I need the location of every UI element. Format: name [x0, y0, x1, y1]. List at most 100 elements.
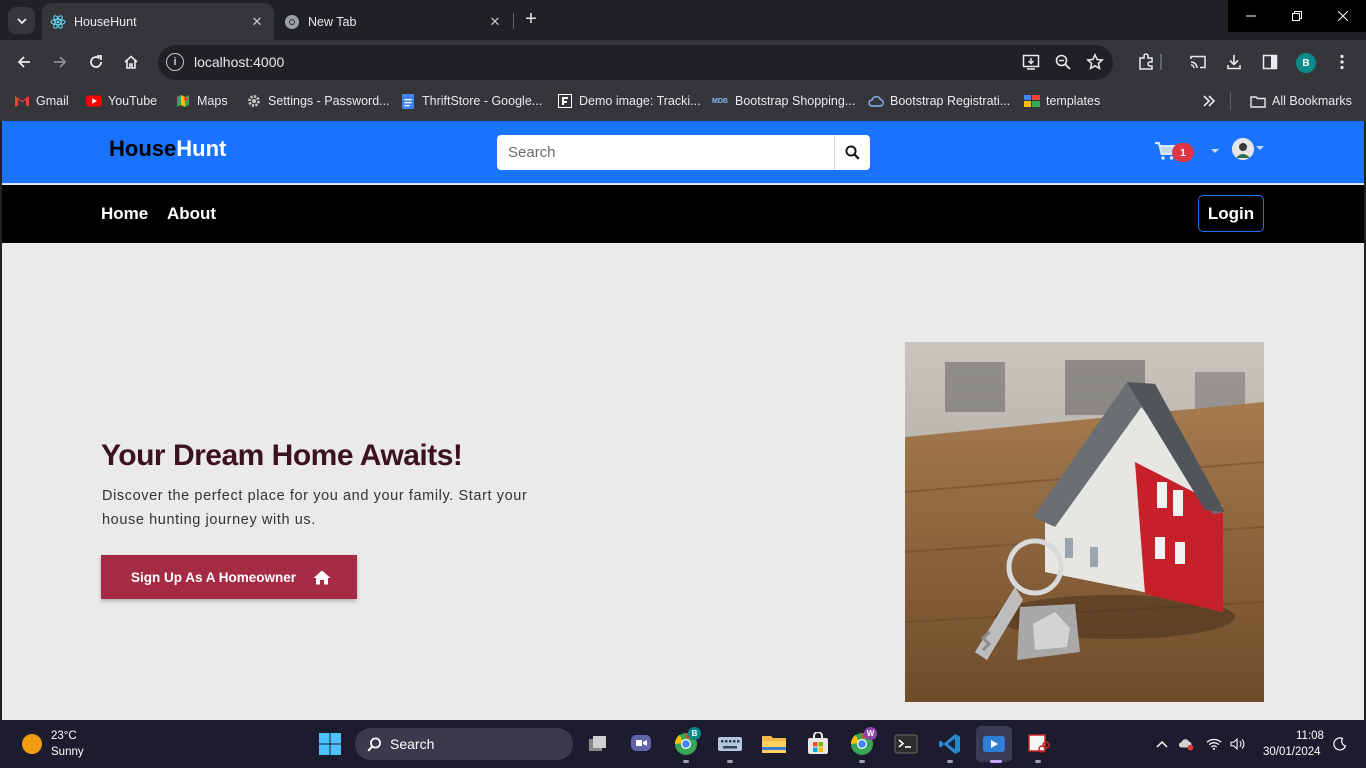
wifi-icon[interactable] [1206, 736, 1222, 752]
star-bookmark-icon[interactable] [1083, 50, 1107, 74]
window-controls [1228, 0, 1366, 32]
templates-icon [1024, 93, 1040, 109]
search-icon [845, 145, 860, 160]
url-text[interactable]: localhost:4000 [194, 54, 284, 70]
extensions-icon[interactable] [1134, 50, 1158, 74]
framer-icon [557, 93, 573, 109]
profile-avatar[interactable]: B [1296, 53, 1316, 73]
vscode-icon[interactable] [936, 730, 964, 758]
close-tab-icon[interactable]: ✕ [486, 13, 504, 31]
microsoft-store-icon[interactable] [804, 730, 832, 758]
bookmark-youtube[interactable]: YouTube [86, 91, 157, 111]
forward-arrow-icon[interactable] [46, 48, 74, 76]
tab-divider [513, 13, 514, 29]
taskbar-search[interactable]: Search [355, 728, 573, 760]
windows-start-icon[interactable] [316, 730, 344, 758]
site-info-icon[interactable]: i [166, 53, 184, 71]
react-icon [50, 14, 66, 30]
signup-homeowner-button[interactable]: Sign Up As A Homeowner [101, 555, 357, 599]
bookmark-label: templates [1046, 94, 1101, 108]
home-icon[interactable] [117, 48, 145, 76]
close-window-icon[interactable] [1320, 0, 1366, 32]
bookmark-label: Settings - Password... [268, 94, 390, 108]
all-bookmarks-label: All Bookmarks [1272, 94, 1352, 108]
reload-icon[interactable] [82, 48, 110, 76]
cast-icon[interactable] [1186, 50, 1210, 74]
bookmarks-divider [1230, 92, 1231, 110]
clock-date[interactable]: 30/01/2024 [1263, 746, 1321, 758]
media-player-icon[interactable] [976, 726, 1012, 762]
back-arrow-icon[interactable] [10, 48, 38, 76]
maps-icon [175, 93, 191, 109]
tab-title: HouseHunt [74, 14, 137, 29]
onedrive-icon[interactable] [1178, 736, 1194, 752]
running-indicator [859, 760, 865, 763]
running-indicator [947, 760, 953, 763]
notifications-icon[interactable] [1332, 736, 1348, 752]
brand-part-house: House [109, 136, 177, 161]
weather-temperature[interactable]: 23°C [51, 730, 77, 742]
site-header: HouseHunt 1 [2, 121, 1364, 184]
download-icon[interactable] [1222, 50, 1246, 74]
bookmark-bootstrap-registration[interactable]: Bootstrap Registrati... [868, 91, 1010, 111]
sun-weather-icon[interactable] [22, 734, 42, 754]
profile-dropdown-caret-icon[interactable] [1256, 146, 1264, 150]
task-view-icon[interactable] [584, 730, 612, 758]
tab-new-tab[interactable]: New Tab ✕ [276, 3, 512, 40]
main-nav: Home About Login [2, 185, 1364, 243]
weather-condition[interactable]: Sunny [51, 746, 84, 758]
search-group [497, 135, 870, 170]
running-indicator [683, 760, 689, 763]
restore-icon[interactable] [1274, 0, 1320, 32]
cart-dropdown-caret-icon[interactable] [1211, 149, 1219, 153]
bookmark-gmail[interactable]: Gmail [14, 91, 69, 111]
hero-description: Discover the perfect place for you and y… [102, 488, 528, 528]
all-bookmarks-button[interactable]: All Bookmarks [1250, 91, 1352, 111]
nav-home[interactable]: Home [101, 204, 148, 224]
volume-icon[interactable] [1230, 736, 1246, 752]
tab-househunt[interactable]: HouseHunt ✕ [42, 3, 274, 40]
more-bookmarks-icon[interactable] [1202, 91, 1216, 111]
new-tab-button[interactable]: + [520, 8, 542, 30]
bookmark-demo-image[interactable]: Demo image: Tracki... [557, 91, 701, 111]
gear-icon [246, 93, 262, 109]
avatar[interactable] [1232, 138, 1254, 160]
cart-count-badge: 1 [1172, 143, 1194, 162]
bookmark-label: Bootstrap Shopping... [735, 94, 856, 108]
login-button[interactable]: Login [1198, 195, 1264, 232]
bookmark-thriftstore[interactable]: ThriftStore - Google... [400, 91, 542, 111]
clock-time[interactable]: 11:08 [1296, 730, 1324, 742]
install-app-icon[interactable] [1019, 50, 1043, 74]
bookmark-label: ThriftStore - Google... [422, 94, 543, 108]
gmail-icon [14, 93, 30, 109]
kebab-menu-icon[interactable] [1330, 50, 1354, 74]
chevron-up-icon[interactable] [1154, 736, 1170, 752]
brand-logo[interactable]: HouseHunt [109, 136, 226, 162]
nav-about[interactable]: About [167, 204, 216, 224]
terminal-icon[interactable] [892, 730, 920, 758]
on-screen-keyboard-icon[interactable] [716, 730, 744, 758]
bookmark-label: Gmail [36, 94, 69, 108]
search-input[interactable] [497, 135, 834, 170]
bookmark-templates[interactable]: templates [1024, 91, 1100, 111]
tab-search-button[interactable] [8, 7, 35, 34]
hero-title: Your Dream Home Awaits! [101, 439, 463, 472]
file-explorer-icon[interactable] [760, 730, 788, 758]
folder-icon [1250, 93, 1266, 109]
bookmark-label: Demo image: Tracki... [579, 94, 701, 108]
address-bar[interactable] [158, 45, 1113, 80]
bookmark-settings[interactable]: Settings - Password... [246, 91, 390, 111]
bookmark-label: Maps [197, 94, 228, 108]
minimize-icon[interactable] [1228, 0, 1274, 32]
bookmark-maps[interactable]: Maps [175, 91, 228, 111]
toolbar-divider [1160, 54, 1162, 70]
bookmark-bootstrap-shopping[interactable]: MDB Bootstrap Shopping... [711, 91, 855, 111]
close-tab-icon[interactable]: ✕ [248, 13, 266, 31]
search-button[interactable] [834, 135, 870, 170]
snipping-tool-icon[interactable] [1024, 730, 1052, 758]
zoom-icon[interactable] [1051, 50, 1075, 74]
tab-title: New Tab [308, 14, 357, 29]
teams-chat-icon[interactable] [627, 730, 655, 758]
hero-house-image [905, 342, 1264, 702]
side-panel-icon[interactable] [1258, 50, 1282, 74]
